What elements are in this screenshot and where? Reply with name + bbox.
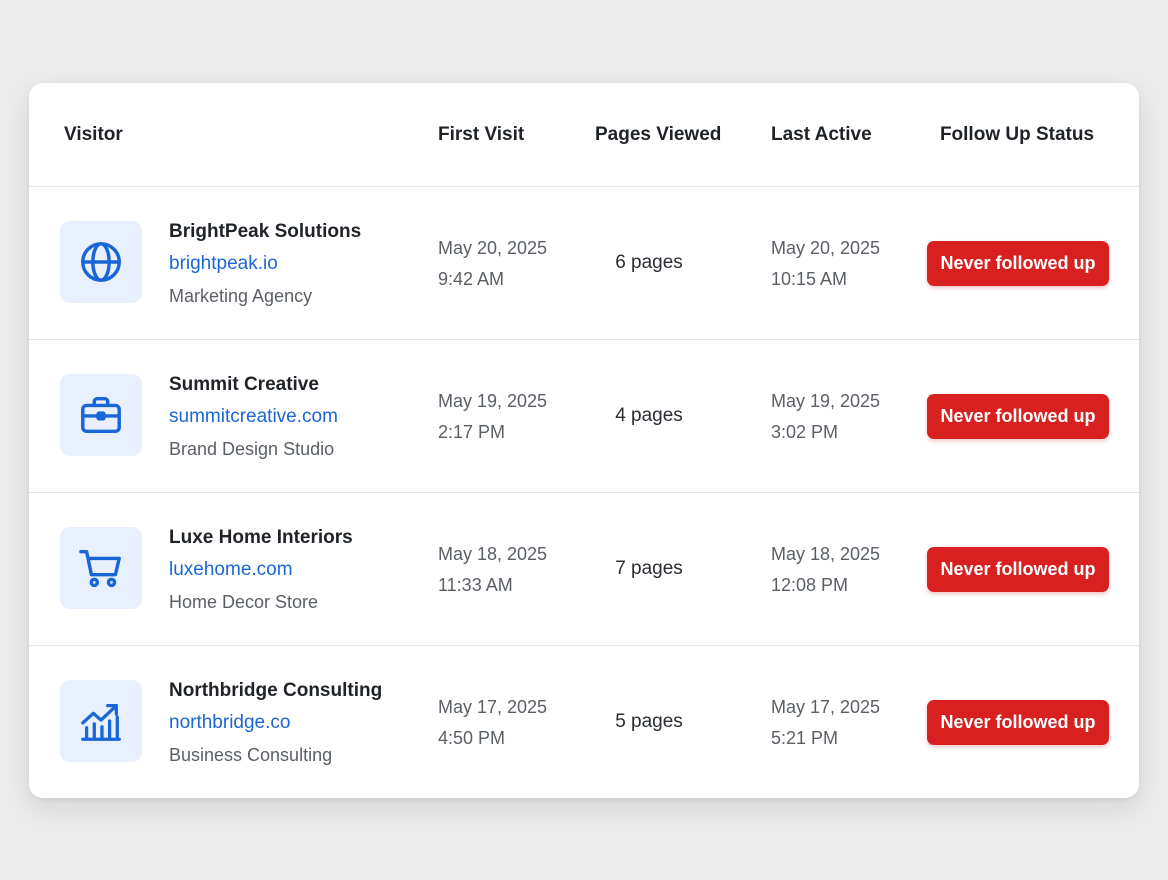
visitor-info: Summit Creative summitcreative.com Brand… <box>169 370 338 464</box>
briefcase-icon <box>81 396 121 434</box>
first-visit-date: May 19, 2025 <box>438 391 548 411</box>
company-domain-link[interactable]: brightpeak.io <box>169 247 361 281</box>
first-visit-cell: May 17, 2025 4:50 PM <box>438 692 547 754</box>
table-row[interactable]: Summit Creative summitcreative.com Brand… <box>29 340 1139 493</box>
column-header-first-visit[interactable]: First Visit <box>438 83 524 186</box>
column-header-follow-up-status[interactable]: Follow Up Status <box>913 83 1121 186</box>
shopping-cart-icon <box>79 549 121 588</box>
pages-viewed: 4 pages <box>615 405 683 426</box>
last-active-date: May 19, 2025 <box>771 391 881 411</box>
last-active-time: 5:21 PM <box>771 728 839 748</box>
company-name: Luxe Home Interiors <box>169 527 353 548</box>
company-category: Brand Design Studio <box>169 439 335 459</box>
status-badge[interactable]: Never followed up <box>927 241 1109 286</box>
table-header: Visitor First Visit Pages Viewed Last Ac… <box>29 83 1139 187</box>
pages-viewed: 5 pages <box>615 711 683 732</box>
company-category: Home Decor Store <box>169 592 319 612</box>
last-active-date: May 17, 2025 <box>771 697 881 717</box>
visitor-info: BrightPeak Solutions brightpeak.io Marke… <box>169 217 361 311</box>
visitor-avatar <box>60 374 142 456</box>
first-visit-date: May 20, 2025 <box>438 238 548 258</box>
column-header-last-active[interactable]: Last Active <box>771 83 872 186</box>
last-active-cell: May 18, 2025 12:08 PM <box>771 539 880 601</box>
company-name: Summit Creative <box>169 374 319 395</box>
first-visit-cell: May 18, 2025 11:33 AM <box>438 539 547 601</box>
visitor-table-card: Visitor First Visit Pages Viewed Last Ac… <box>29 83 1139 798</box>
company-domain-link[interactable]: luxehome.com <box>169 553 353 587</box>
company-domain-link[interactable]: summitcreative.com <box>169 400 338 434</box>
last-active-time: 10:15 AM <box>771 269 848 289</box>
last-active-cell: May 17, 2025 5:21 PM <box>771 692 880 754</box>
first-visit-cell: May 19, 2025 2:17 PM <box>438 386 547 448</box>
last-active-date: May 20, 2025 <box>771 238 881 258</box>
first-visit-cell: May 20, 2025 9:42 AM <box>438 233 547 295</box>
company-category: Marketing Agency <box>169 286 313 306</box>
first-visit-time: 11:33 AM <box>438 575 513 595</box>
status-badge[interactable]: Never followed up <box>927 547 1109 592</box>
visitor-avatar <box>60 527 142 609</box>
column-header-visitor[interactable]: Visitor <box>64 83 123 186</box>
last-active-date: May 18, 2025 <box>771 544 881 564</box>
last-active-cell: May 19, 2025 3:02 PM <box>771 386 880 448</box>
pages-viewed: 6 pages <box>615 252 683 273</box>
table-row[interactable]: Luxe Home Interiors luxehome.com Home De… <box>29 493 1139 646</box>
last-active-time: 3:02 PM <box>771 422 839 442</box>
company-domain-link[interactable]: northbridge.co <box>169 706 382 740</box>
company-name: BrightPeak Solutions <box>169 221 362 242</box>
visitor-avatar <box>60 680 142 762</box>
column-header-pages-viewed[interactable]: Pages Viewed <box>595 83 721 186</box>
first-visit-date: May 18, 2025 <box>438 544 548 564</box>
first-visit-date: May 17, 2025 <box>438 697 548 717</box>
status-badge[interactable]: Never followed up <box>927 700 1109 745</box>
company-name: Northbridge Consulting <box>169 680 383 701</box>
last-active-cell: May 20, 2025 10:15 AM <box>771 233 880 295</box>
visitor-info: Luxe Home Interiors luxehome.com Home De… <box>169 523 353 617</box>
company-category: Business Consulting <box>169 745 333 765</box>
first-visit-time: 2:17 PM <box>438 422 506 442</box>
visitor-avatar <box>60 221 142 303</box>
table-row[interactable]: Northbridge Consulting northbridge.co Bu… <box>29 646 1139 798</box>
last-active-time: 12:08 PM <box>771 575 849 595</box>
status-badge[interactable]: Never followed up <box>927 394 1109 439</box>
growth-chart-icon <box>81 704 121 741</box>
first-visit-time: 4:50 PM <box>438 728 506 748</box>
globe-icon <box>81 242 121 282</box>
pages-viewed: 7 pages <box>615 558 683 579</box>
table-row[interactable]: BrightPeak Solutions brightpeak.io Marke… <box>29 187 1139 340</box>
first-visit-time: 9:42 AM <box>438 269 505 289</box>
visitor-info: Northbridge Consulting northbridge.co Bu… <box>169 676 382 770</box>
